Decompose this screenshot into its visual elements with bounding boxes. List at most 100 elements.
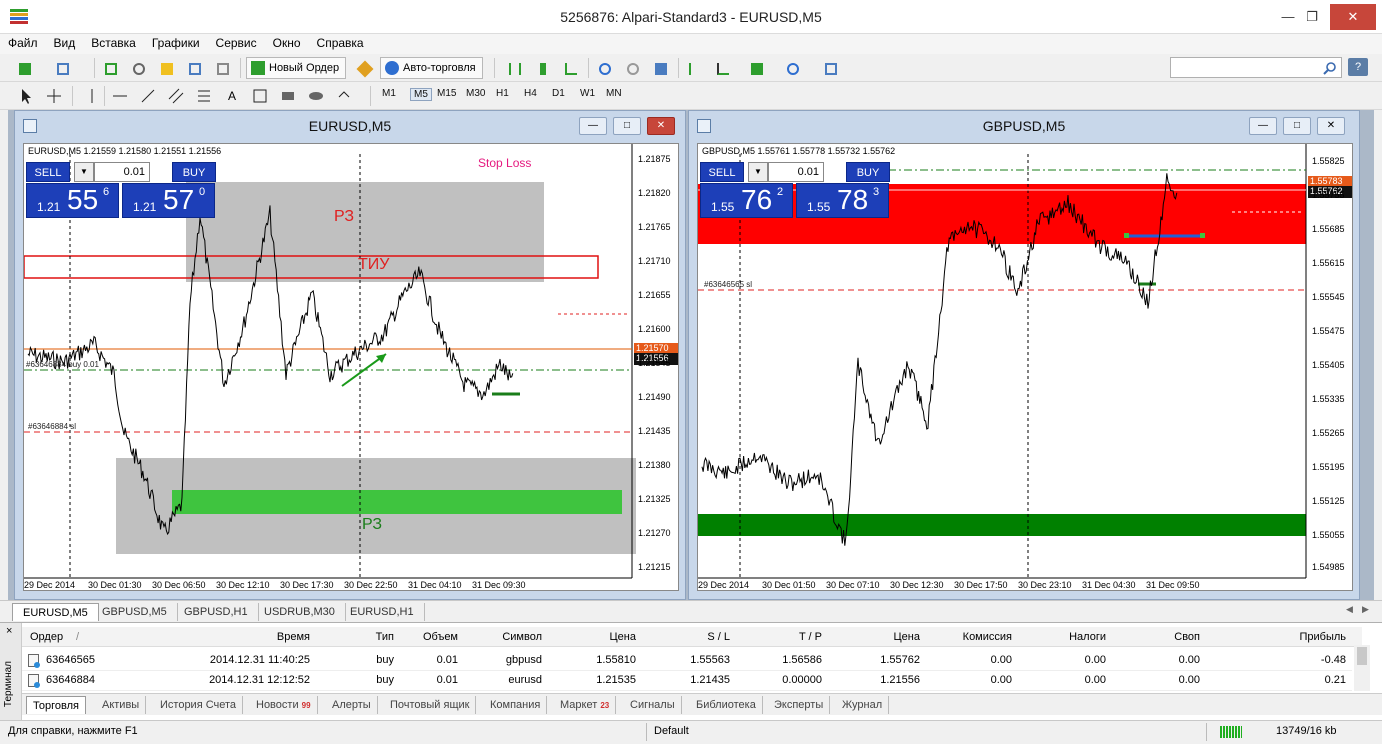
menu-insert[interactable]: Вставка	[83, 34, 144, 52]
col-price[interactable]: Цена	[576, 631, 636, 643]
periods-clock-icon[interactable]	[782, 58, 802, 78]
terminal-icon[interactable]	[184, 58, 204, 78]
menu-window[interactable]: Окно	[265, 34, 309, 52]
bid-price-box[interactable]: 1.21 55 6	[26, 183, 119, 218]
channel-icon[interactable]	[166, 86, 186, 106]
zoom-in-icon[interactable]	[594, 58, 614, 78]
chart-tab[interactable]: EURUSD,M5	[12, 603, 99, 621]
chart-tab[interactable]: GBPUSD,M5	[92, 603, 178, 621]
tab-trade[interactable]: Торговля	[26, 696, 86, 714]
menu-charts[interactable]: Графики	[144, 34, 208, 52]
col-swap[interactable]: Своп	[1142, 631, 1200, 643]
sell-button[interactable]: SELL	[700, 162, 744, 182]
terminal-close-icon[interactable]: ×	[6, 625, 12, 637]
profiles-icon[interactable]	[52, 58, 72, 78]
horizontal-line-icon[interactable]	[110, 86, 130, 106]
chart-tab[interactable]: GBPUSD,H1	[174, 603, 259, 621]
chart-shift-icon[interactable]	[684, 58, 704, 78]
col-type[interactable]: Тип	[346, 631, 394, 643]
text-icon[interactable]: A	[222, 86, 242, 106]
ask-price-box[interactable]: 1.55 78 3	[796, 183, 889, 218]
data-window-icon[interactable]	[156, 58, 176, 78]
col-commission[interactable]: Комиссия	[942, 631, 1012, 643]
timeframe-h4[interactable]: H4	[524, 88, 537, 99]
ellipse-icon[interactable]	[306, 86, 326, 106]
indicators-icon[interactable]	[746, 58, 766, 78]
chart-close-button[interactable]: ✕	[647, 117, 675, 135]
col-sl[interactable]: S / L	[670, 631, 730, 643]
arrows-icon[interactable]	[334, 86, 354, 106]
col-time[interactable]: Время	[210, 631, 310, 643]
navigator-icon[interactable]	[128, 58, 148, 78]
chart-close-button[interactable]: ✕	[1317, 117, 1345, 135]
col-taxes[interactable]: Налоги	[1042, 631, 1106, 643]
timeframe-w1[interactable]: W1	[580, 88, 595, 99]
tab-account-history[interactable]: История Счета	[154, 696, 244, 714]
col-current-price[interactable]: Цена	[860, 631, 920, 643]
price-chart[interactable]: GBPUSD,M5 1.55761 1.55778 1.55732 1.5576…	[697, 143, 1353, 591]
new-chart-icon[interactable]	[14, 58, 34, 78]
lot-down-icon[interactable]: ▼	[748, 162, 768, 182]
tab-assets[interactable]: Активы	[96, 696, 147, 714]
restore-button[interactable]: ❐	[1290, 4, 1334, 30]
chart-minimize-button[interactable]: —	[579, 117, 607, 135]
chart-maximize-button[interactable]: □	[1283, 117, 1311, 135]
crosshair-icon[interactable]	[44, 86, 64, 106]
bid-price-box[interactable]: 1.55 76 2	[700, 183, 793, 218]
tab-library[interactable]: Библиотека	[690, 696, 763, 714]
tabs-scroll-right-icon[interactable]: ▶	[1362, 604, 1369, 615]
line-chart-icon[interactable]	[560, 58, 580, 78]
text-label-icon[interactable]	[250, 86, 270, 106]
fibonacci-icon[interactable]	[194, 86, 214, 106]
timeframe-m30[interactable]: M30	[466, 88, 485, 99]
table-row[interactable]: 63646884 2014.12.31 12:12:52 buy 0.01 eu…	[22, 671, 1352, 691]
col-symbol[interactable]: Символ	[482, 631, 542, 643]
auto-trading-button[interactable]: Авто-торговля	[380, 57, 483, 79]
vertical-line-icon[interactable]	[82, 86, 102, 106]
chart-maximize-button[interactable]: □	[613, 117, 641, 135]
menu-view[interactable]: Вид	[46, 34, 84, 52]
chart-tab[interactable]: USDRUB,M30	[254, 603, 346, 621]
tile-windows-icon[interactable]	[650, 58, 670, 78]
tab-market[interactable]: Маркет 23	[554, 696, 617, 714]
help-icon[interactable]: ?	[1348, 58, 1368, 76]
timeframe-h1[interactable]: H1	[496, 88, 509, 99]
timeframe-mn[interactable]: MN	[606, 88, 622, 99]
lot-down-icon[interactable]: ▼	[74, 162, 94, 182]
tab-news[interactable]: Новости 99	[250, 696, 318, 714]
chart-tab[interactable]: EURUSD,H1	[340, 603, 425, 621]
col-volume[interactable]: Объем	[406, 631, 458, 643]
menu-file[interactable]: Файл	[0, 34, 46, 52]
rectangle-icon[interactable]	[278, 86, 298, 106]
menu-tools[interactable]: Сервис	[208, 34, 265, 52]
tab-experts[interactable]: Эксперты	[768, 696, 831, 714]
trendline-icon[interactable]	[138, 86, 158, 106]
search-input[interactable]	[1170, 57, 1342, 78]
timeframe-m1[interactable]: M1	[382, 88, 396, 99]
candlestick-icon[interactable]	[532, 58, 552, 78]
col-tp[interactable]: T / P	[762, 631, 822, 643]
chart-minimize-button[interactable]: —	[1249, 117, 1277, 135]
buy-button[interactable]: BUY	[846, 162, 890, 182]
tab-journal[interactable]: Журнал	[836, 696, 890, 714]
new-order-button[interactable]: Новый Ордер	[246, 57, 347, 79]
buy-button[interactable]: BUY	[172, 162, 216, 182]
lot-input[interactable]: 0.01	[768, 162, 824, 182]
lot-input[interactable]: 0.01	[94, 162, 150, 182]
tab-alerts[interactable]: Алерты	[326, 696, 378, 714]
strategy-tester-icon[interactable]	[212, 58, 232, 78]
col-profit[interactable]: Прибыль	[1272, 631, 1346, 643]
metaeditor-icon[interactable]	[354, 58, 374, 78]
tab-signals[interactable]: Сигналы	[624, 696, 682, 714]
ask-price-box[interactable]: 1.21 57 0	[122, 183, 215, 218]
menu-help[interactable]: Справка	[309, 34, 372, 52]
timeframe-m15[interactable]: M15	[437, 88, 456, 99]
tab-mailbox[interactable]: Почтовый ящик	[384, 696, 477, 714]
zoom-out-icon[interactable]	[622, 58, 642, 78]
templates-icon[interactable]	[820, 58, 840, 78]
close-button[interactable]: ✕	[1330, 4, 1376, 30]
tabs-scroll-left-icon[interactable]: ◀	[1346, 604, 1353, 615]
table-row[interactable]: 63646565 2014.12.31 11:40:25 buy 0.01 gb…	[22, 651, 1352, 671]
sell-button[interactable]: SELL	[26, 162, 70, 182]
bar-chart-icon[interactable]	[504, 58, 524, 78]
